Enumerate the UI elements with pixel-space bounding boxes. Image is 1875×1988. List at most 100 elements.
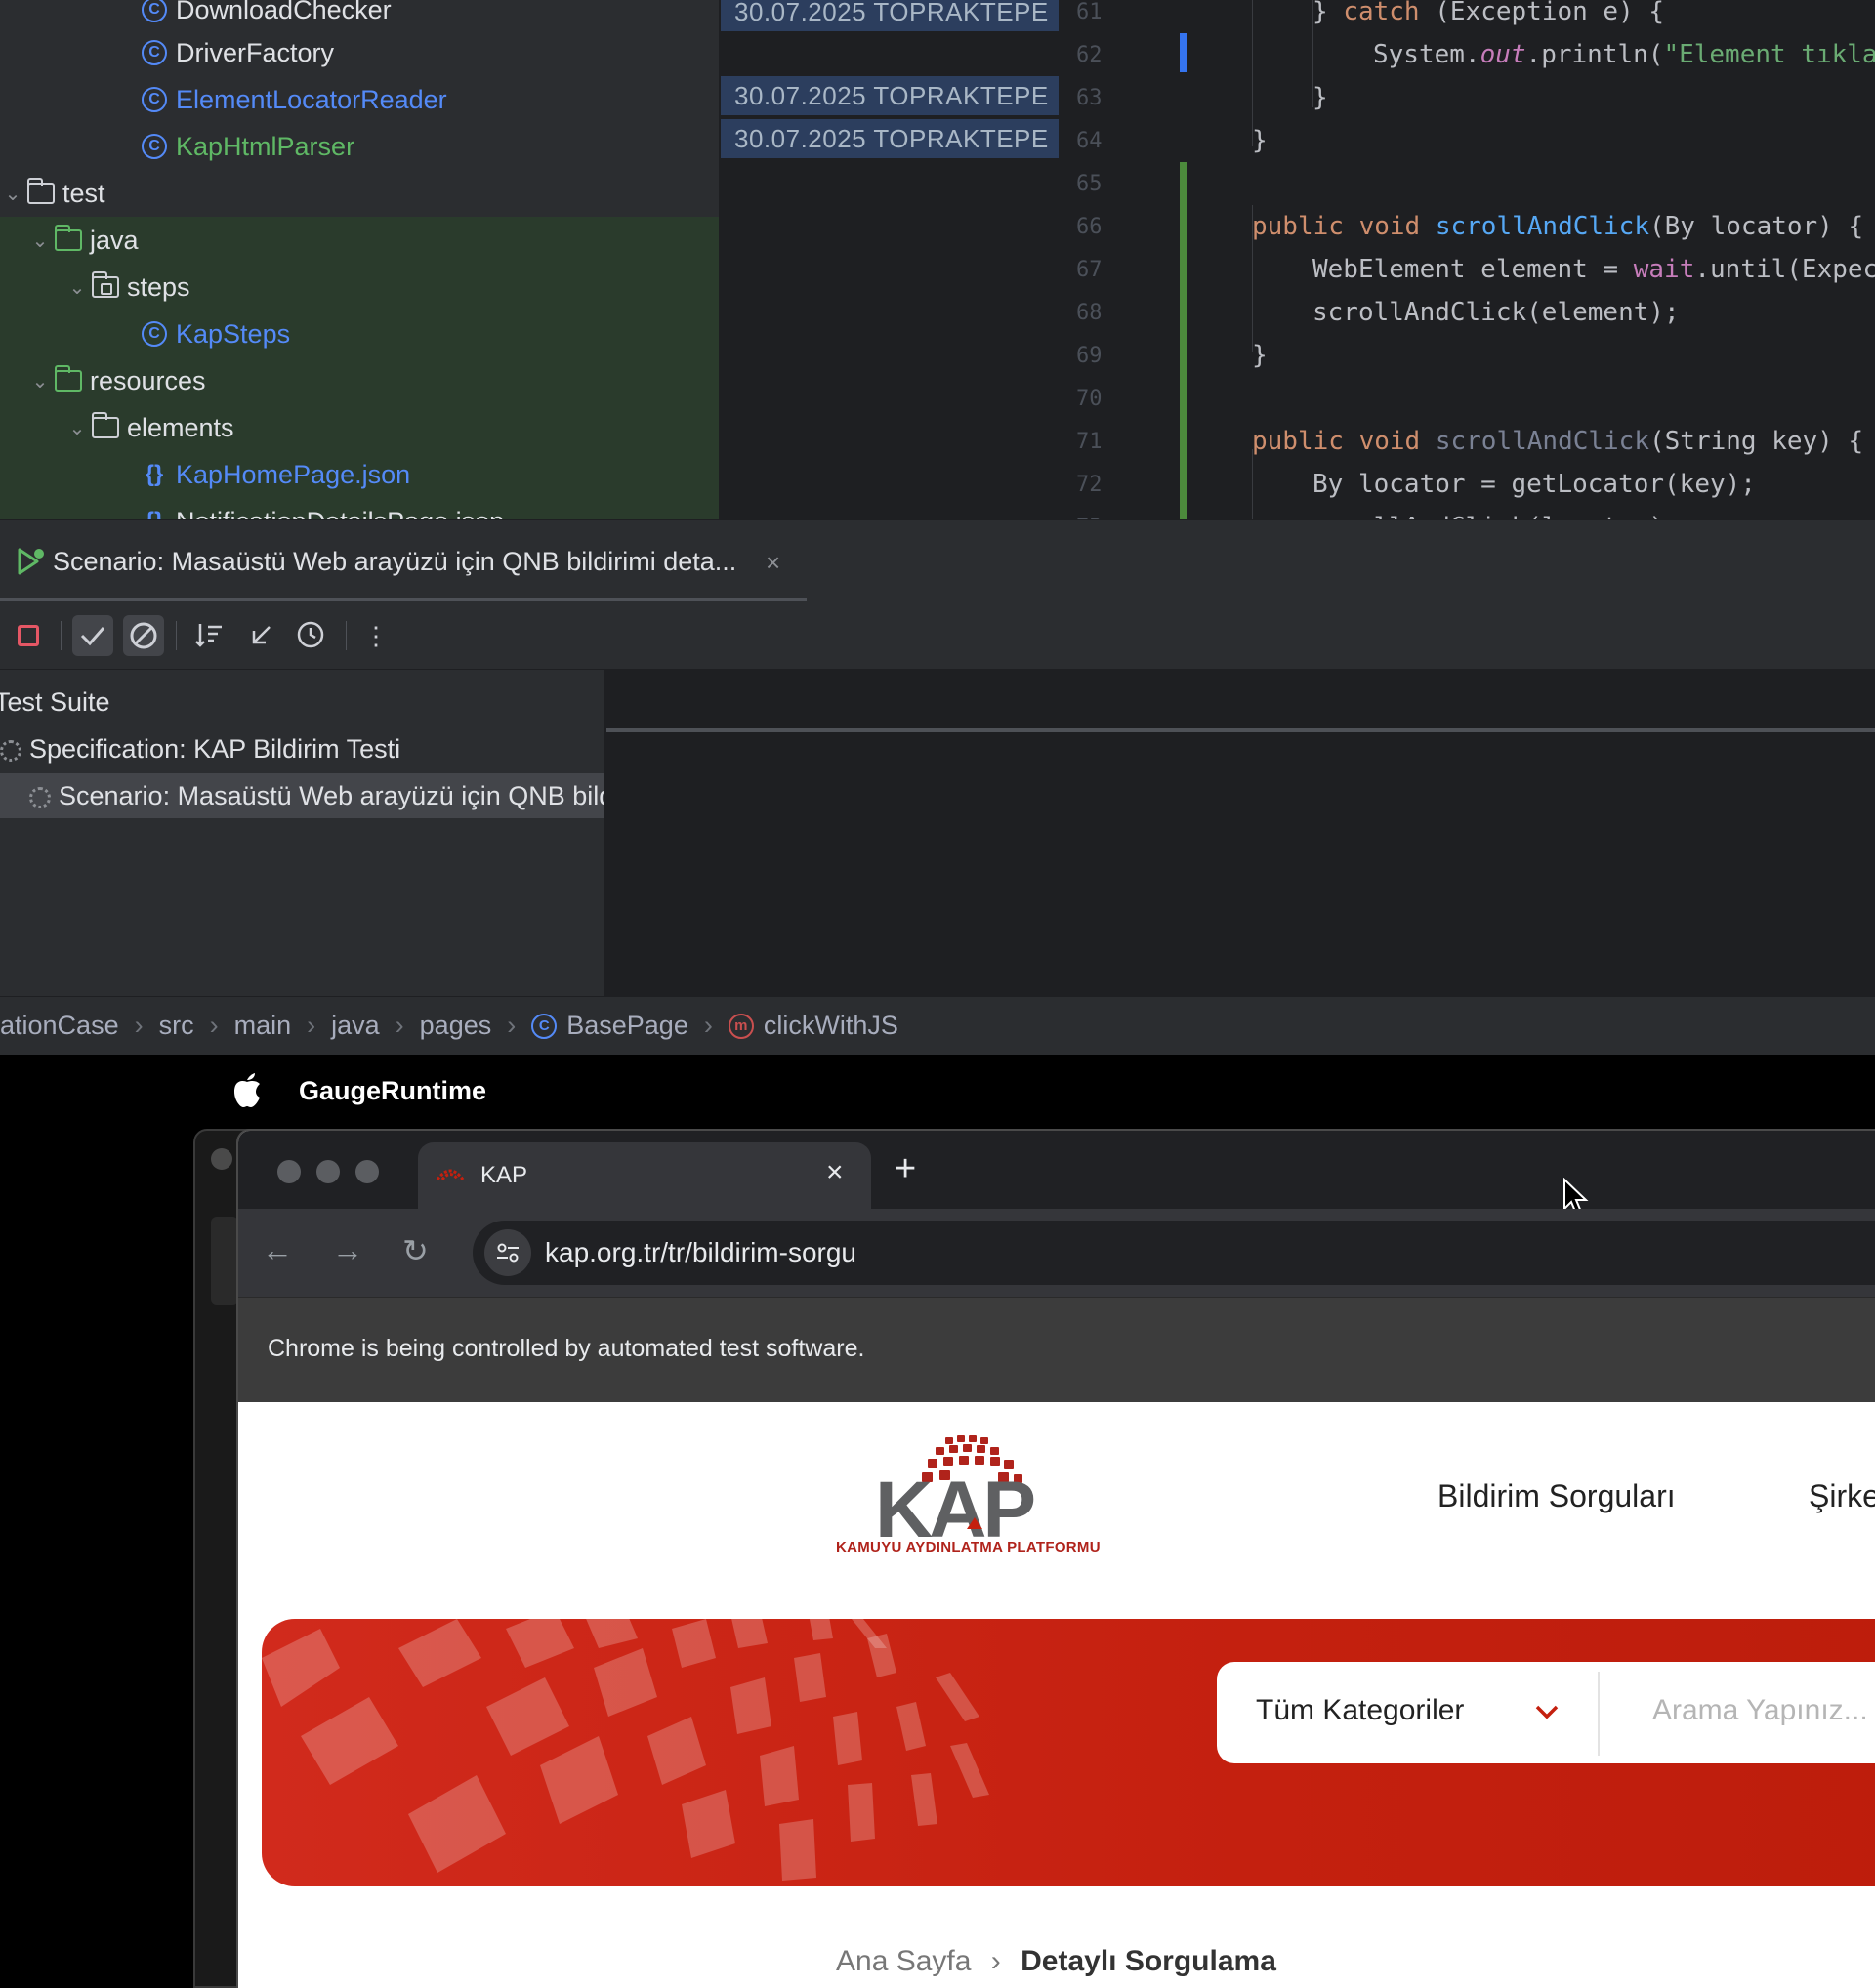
stop-button[interactable] bbox=[8, 615, 49, 656]
line-number: 70 bbox=[1076, 387, 1103, 411]
test-suite-node[interactable]: Test Suite bbox=[0, 680, 600, 725]
back-button[interactable]: ← bbox=[262, 1232, 293, 1268]
folder-icon bbox=[90, 412, 121, 443]
vcs-modified-marker[interactable] bbox=[1180, 33, 1188, 72]
window-control[interactable] bbox=[211, 1148, 232, 1170]
close-icon[interactable]: × bbox=[766, 548, 780, 578]
more-vertical-icon: ⋮ bbox=[363, 620, 389, 650]
code-token: scrollAndClick bbox=[1435, 212, 1649, 241]
console-output[interactable] bbox=[606, 670, 1875, 996]
breadcrumb-item[interactable]: pages bbox=[420, 1011, 492, 1041]
resources-folder-icon bbox=[53, 365, 84, 396]
site-settings-button[interactable] bbox=[484, 1229, 531, 1276]
active-app-name[interactable]: GaugeRuntime bbox=[299, 1076, 486, 1106]
browser-tab-kap[interactable]: KAP × bbox=[418, 1142, 871, 1209]
chevron-down-icon[interactable]: ⌄ bbox=[27, 228, 53, 253]
ignored-icon bbox=[130, 622, 157, 649]
tree-item-java[interactable]: ⌄ java bbox=[0, 217, 719, 264]
tree-item-resources[interactable]: ⌄ resources bbox=[0, 357, 719, 404]
breadcrumb-item[interactable]: clickWithJS bbox=[764, 1011, 898, 1041]
ide-window: C DownloadChecker C DriverFactory C Elem… bbox=[0, 0, 1875, 1055]
chevron-down-icon[interactable]: ⌄ bbox=[64, 275, 90, 300]
scenario-label: Scenario: Masaüstü Web arayüzü için QNB … bbox=[59, 781, 604, 810]
chevron-down-icon[interactable] bbox=[1533, 1693, 1561, 1732]
chevron-down-icon[interactable]: ⌄ bbox=[0, 182, 25, 206]
test-history-button[interactable] bbox=[291, 615, 332, 656]
project-tree-panel: C DownloadChecker C DriverFactory C Elem… bbox=[0, 0, 719, 519]
vcs-annotation[interactable]: 30.07.2025 TOPRAKTEPE bbox=[721, 0, 1059, 31]
vcs-added-marker[interactable] bbox=[1180, 162, 1188, 519]
kap-web-page: KAP KAMUYU AYDINLATMA PLATFORMU Bildirim… bbox=[238, 1402, 1875, 1988]
kap-logo[interactable]: KAP KAMUYU AYDINLATMA PLATFORMU bbox=[830, 1433, 1133, 1560]
breadcrumb-home[interactable]: Ana Sayfa bbox=[836, 1945, 971, 1977]
tree-item-kapsteps[interactable]: C KapSteps bbox=[0, 311, 719, 357]
chevron-right-icon: › bbox=[307, 1011, 316, 1040]
code-editor[interactable]: } catch (Exception e) { System.out.print… bbox=[1191, 0, 1875, 519]
run-tab[interactable]: Scenario: Masaüstü Web arayüzü için QNB … bbox=[0, 520, 807, 602]
window-close-button[interactable] bbox=[277, 1160, 301, 1183]
search-divider bbox=[1598, 1672, 1600, 1756]
line-number: 66 bbox=[1076, 215, 1103, 239]
apple-logo-icon[interactable] bbox=[230, 1070, 264, 1109]
breadcrumb-item[interactable]: java bbox=[331, 1011, 380, 1041]
code-line: WebElement element = wait.until(Expec bbox=[1312, 248, 1875, 291]
json-file-icon: {} bbox=[139, 506, 170, 519]
chevron-down-icon[interactable]: ⌄ bbox=[27, 369, 53, 393]
show-ignored-button[interactable] bbox=[123, 615, 164, 656]
chevron-right-icon: › bbox=[507, 1011, 517, 1040]
hero-pattern bbox=[262, 1619, 989, 1881]
tree-item-label: elements bbox=[127, 412, 234, 442]
nav-sirketler[interactable]: Şirketler bbox=[1809, 1478, 1875, 1514]
sort-icon bbox=[195, 624, 222, 647]
class-icon: C bbox=[139, 37, 170, 68]
window-minimize-button[interactable] bbox=[316, 1160, 340, 1183]
chevron-right-icon: › bbox=[395, 1011, 404, 1040]
folder-icon bbox=[25, 178, 57, 209]
code-line: public void scrollAndClick(String key) { bbox=[1252, 420, 1863, 463]
tree-item-downloadchecker[interactable]: C DownloadChecker bbox=[0, 0, 719, 33]
tree-item-kaphtmlparser[interactable]: C KapHtmlParser bbox=[0, 123, 719, 170]
line-number: 72 bbox=[1076, 473, 1103, 497]
nav-bildirim-sorgulari[interactable]: Bildirim Sorguları bbox=[1438, 1478, 1676, 1514]
breadcrumb-item[interactable]: main bbox=[234, 1011, 292, 1041]
loading-spinner-icon bbox=[29, 786, 51, 808]
address-bar[interactable]: kap.org.tr/tr/bildirim-sorgu bbox=[473, 1221, 1875, 1285]
reload-button[interactable]: ↻ bbox=[402, 1232, 429, 1269]
tree-item-elements[interactable]: ⌄ elements bbox=[0, 404, 719, 451]
vcs-annotation[interactable]: 30.07.2025 TOPRAKTEPE bbox=[721, 119, 1059, 158]
forward-button[interactable]: → bbox=[332, 1232, 363, 1268]
breadcrumb-item[interactable]: src bbox=[159, 1011, 194, 1041]
collapse-button[interactable] bbox=[240, 615, 281, 656]
vcs-annotation[interactable]: 30.07.2025 TOPRAKTEPE bbox=[721, 76, 1059, 115]
breadcrumb-item[interactable]: BasePage bbox=[566, 1011, 688, 1041]
code-token: System. bbox=[1373, 40, 1480, 69]
window-zoom-button[interactable] bbox=[355, 1160, 379, 1183]
tab-close-icon[interactable]: × bbox=[826, 1156, 844, 1189]
tune-icon bbox=[497, 1243, 519, 1263]
search-input[interactable]: Arama Yapınız... bbox=[1652, 1694, 1868, 1727]
chevron-down-icon[interactable]: ⌄ bbox=[64, 416, 90, 440]
tab-title: KAP bbox=[480, 1162, 528, 1188]
sort-button[interactable] bbox=[189, 615, 230, 656]
line-number-gutter: 61 62 63 64 65 66 67 68 69 70 71 72 73 bbox=[1061, 0, 1178, 540]
scenario-node[interactable]: Scenario: Masaüstü Web arayüzü için QNB … bbox=[0, 773, 604, 818]
breadcrumb-item[interactable]: ationCase bbox=[0, 1011, 119, 1041]
tree-item-test[interactable]: ⌄ test bbox=[0, 170, 719, 217]
tree-item-notificationdetailspage-json[interactable]: {} NotificationDetailsPage.json bbox=[0, 498, 719, 519]
show-passed-button[interactable] bbox=[72, 615, 113, 656]
more-options-button[interactable]: ⋮ bbox=[355, 615, 396, 656]
code-line: } bbox=[1252, 341, 1268, 370]
tree-item-steps[interactable]: ⌄ steps bbox=[0, 264, 719, 311]
tree-item-elementlocatorreader[interactable]: C ElementLocatorReader bbox=[0, 76, 719, 123]
tree-item-label: KapSteps bbox=[176, 318, 291, 349]
code-line: By locator = getLocator(key); bbox=[1312, 470, 1756, 499]
category-select[interactable]: Tüm Kategoriler bbox=[1256, 1694, 1464, 1727]
new-tab-button[interactable]: + bbox=[895, 1148, 916, 1190]
run-panel-header: Scenario: Masaüstü Web arayüzü için QNB … bbox=[0, 519, 1875, 602]
tree-item-kaphomepage-json[interactable]: {} KapHomePage.json bbox=[0, 451, 719, 498]
kap-logo-text: KAP bbox=[875, 1466, 1033, 1541]
tree-item-driverfactory[interactable]: C DriverFactory bbox=[0, 29, 719, 76]
code-line: System.out.println("Element tıkla bbox=[1373, 33, 1875, 76]
specification-node[interactable]: Specification: KAP Bildirim Testi bbox=[0, 726, 604, 771]
code-line: public void scrollAndClick(By locator) { bbox=[1252, 205, 1863, 248]
